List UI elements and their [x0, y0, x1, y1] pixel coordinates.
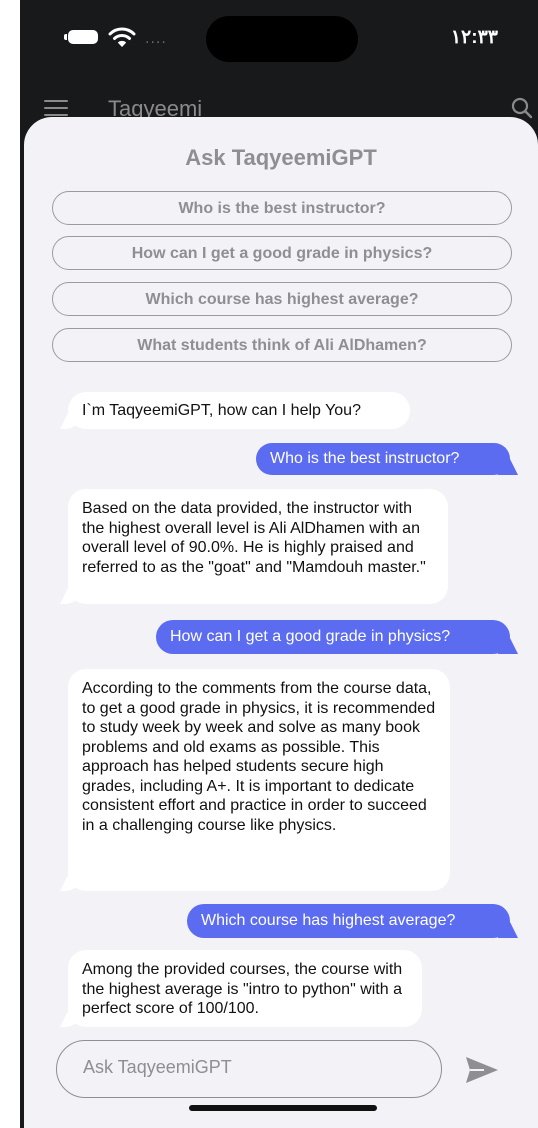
user-message: How can I get a good grade in physics? — [156, 620, 510, 654]
chat-title: Ask TaqyeemiGPT — [185, 145, 377, 170]
wifi-icon — [108, 27, 136, 47]
battery-cap — [64, 34, 67, 40]
bot-message: Based on the data provided, the instruct… — [68, 489, 448, 604]
chat-input[interactable] — [81, 1056, 415, 1079]
bot-message: According to the comments from the cours… — [68, 669, 450, 891]
send-icon — [466, 1057, 498, 1083]
bot-message: I`m TaqyeemiGPT, how can I help You? — [68, 392, 410, 429]
home-indicator — [189, 1105, 377, 1111]
suggestion-highest-average[interactable]: Which course has highest average? — [52, 282, 512, 316]
suggestion-ali-aldhamen[interactable]: What students think of Ali AlDhamen? — [52, 328, 512, 362]
user-message: Which course has highest average? — [187, 904, 510, 938]
send-button[interactable] — [464, 1054, 500, 1086]
status-time: ١٢:٣٣ — [450, 27, 498, 48]
chat-sheet: Ask TaqyeemiGPT Who is the best instruct… — [24, 117, 538, 1128]
bot-message: Among the provided courses, the course w… — [68, 950, 422, 1027]
chat-input-wrapper — [56, 1040, 442, 1098]
suggestion-physics-grade[interactable]: How can I get a good grade in physics? — [52, 236, 512, 270]
suggestion-best-instructor[interactable]: Who is the best instructor? — [52, 191, 512, 225]
hamburger-menu-icon[interactable] — [44, 100, 68, 118]
user-message: Who is the best instructor? — [256, 443, 510, 475]
dynamic-island — [206, 16, 358, 62]
phone-screen: .... ١٢:٣٣ Taqyeemi Ask TaqyeemiGPT Who … — [20, 0, 538, 1128]
signal-dots: .... — [145, 30, 167, 47]
battery-icon — [68, 30, 98, 44]
status-bar: .... ١٢:٣٣ — [20, 0, 538, 80]
